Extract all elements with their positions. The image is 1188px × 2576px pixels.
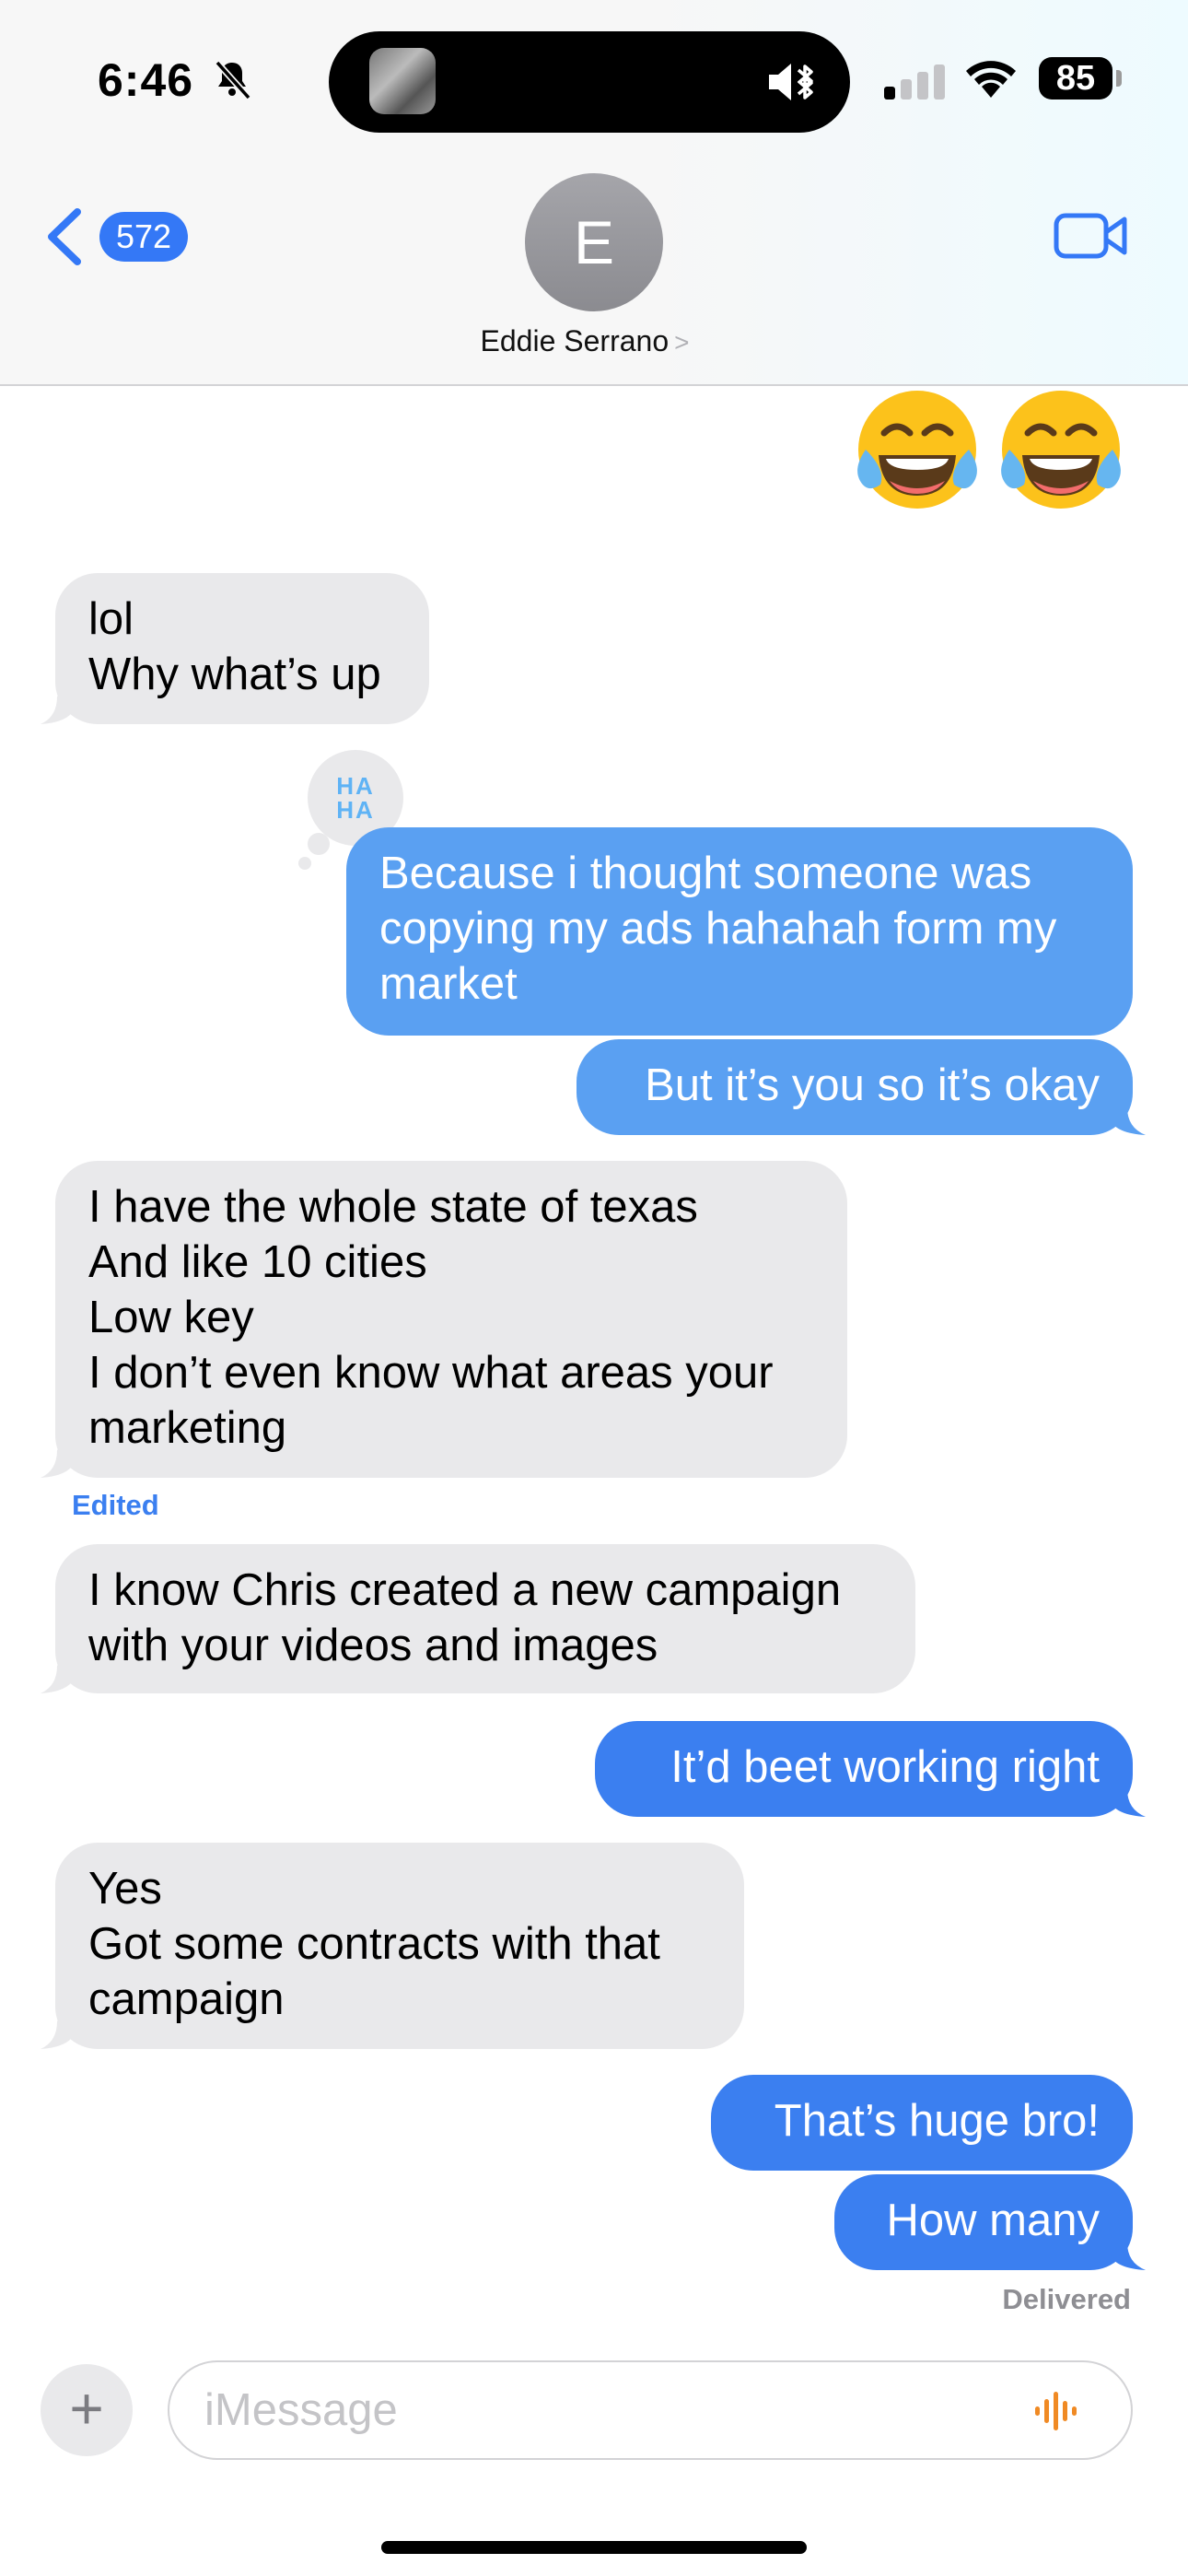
now-playing-thumbnail [369, 48, 436, 114]
bubble-tail [1111, 2228, 1146, 2270]
bubble-tail [1111, 1093, 1146, 1135]
status-time: 6:46 [98, 54, 194, 106]
battery-cap [1116, 70, 1122, 87]
message-bubble-outgoing[interactable]: It’d beet working right [595, 1721, 1133, 1817]
dynamic-island [329, 31, 850, 133]
message-bubble-incoming[interactable]: Yes Got some contracts with that campaig… [55, 1843, 744, 2049]
reaction-dot [308, 833, 330, 855]
conversation-header: 6:46 85 572 E Eddie Serrano > [0, 0, 1188, 386]
battery-indicator: 85 [1039, 57, 1112, 100]
bubble-tail [1111, 1774, 1146, 1817]
contact-name[interactable]: Eddie Serrano > [0, 324, 1170, 358]
wifi-icon [966, 61, 1016, 98]
laughing-emoji-icon[interactable] [851, 385, 984, 514]
bell-slash-icon [215, 60, 251, 100]
edited-label[interactable]: Edited [72, 1489, 159, 1522]
haha-reaction-line: HA [336, 772, 375, 800]
message-bubble-outgoing[interactable]: Because i thought someone was copying my… [346, 827, 1133, 1036]
contact-name-label: Eddie Serrano [480, 324, 670, 357]
chevron-right-icon: > [674, 328, 690, 357]
input-placeholder: iMessage [204, 2385, 398, 2435]
message-bubble-incoming[interactable]: lol Why what’s up [55, 573, 429, 724]
message-bubble-outgoing[interactable]: But it’s you so it’s okay [577, 1039, 1133, 1135]
reaction-dot [298, 857, 311, 870]
delivered-status: Delivered [1002, 2283, 1131, 2315]
video-call-icon[interactable] [1054, 210, 1129, 262]
bubble-tail [41, 1435, 74, 1478]
home-indicator[interactable] [381, 2541, 807, 2554]
bubble-tail [41, 2007, 74, 2049]
bubble-tail [41, 682, 74, 724]
imessage-input[interactable]: iMessage [168, 2360, 1133, 2460]
message-bubble-incoming[interactable]: I know Chris created a new campaign with… [55, 1544, 915, 1693]
message-bubble-outgoing[interactable]: That’s huge bro! [711, 2075, 1133, 2171]
unread-count-badge[interactable]: 572 [99, 212, 188, 262]
add-attachment-button[interactable]: + [41, 2364, 133, 2456]
message-bubble-outgoing[interactable]: How many [834, 2174, 1133, 2270]
message-bubble-incoming[interactable]: I have the whole state of texas And like… [55, 1161, 847, 1478]
voice-waveform-icon[interactable] [1033, 2390, 1083, 2432]
bubble-tail [41, 1651, 74, 1693]
back-chevron-icon[interactable] [42, 206, 85, 267]
laughing-emoji-icon[interactable] [995, 385, 1127, 514]
contact-avatar[interactable]: E [525, 173, 663, 311]
speaker-bluetooth-icon [769, 64, 813, 100]
haha-reaction-line: HA [336, 796, 375, 824]
cell-signal-icon [884, 64, 945, 100]
